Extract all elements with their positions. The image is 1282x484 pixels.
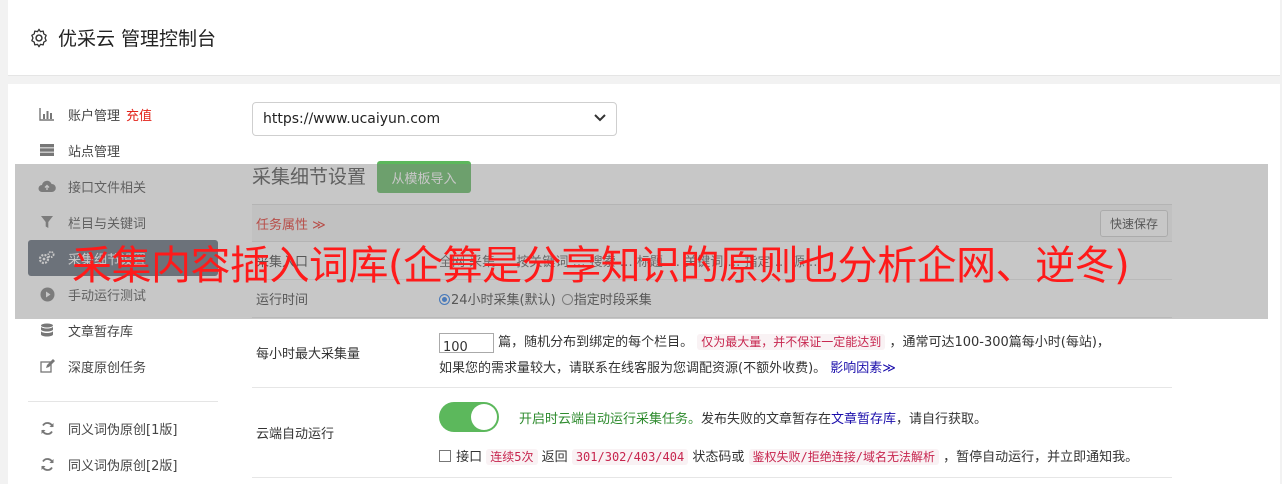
sidebar-item-label: 同义词伪原创[2版] — [68, 458, 178, 474]
static-text: ，请自行获取。 — [896, 411, 988, 427]
sidebar-item-label: 文章暂存库 — [68, 324, 134, 340]
static-text: 返回 — [541, 450, 568, 465]
row-label: 云端自动运行 — [256, 427, 335, 442]
sidebar-item-label: 账户管理 — [68, 108, 121, 124]
top-header: 优采云 管理控制台 — [8, 0, 1280, 76]
refresh-icon — [38, 455, 56, 473]
overlay-caption: 采集内容插入词库(企算是分享知识的原则也分析企网、逆冬) — [72, 243, 1130, 289]
server-icon — [38, 141, 56, 159]
sidebar-item-label: 深度原创任务 — [68, 360, 147, 376]
static-text: ，暂停自动运行，并立即通知我。 — [943, 450, 1139, 465]
sidebar-item-synonym-v1[interactable]: 同义词伪原创[1版] — [28, 410, 218, 446]
chevron-down-icon — [594, 113, 606, 125]
static-text: 篇，随机分布到绑定的每个栏目。 — [498, 335, 694, 350]
max-content: 100 篇，随机分布到绑定的每个栏目。 仅为最大量，并不保证一定能达到 ，通常可… — [439, 318, 1172, 387]
sidebar-item-deep-original[interactable]: 深度原创任务 — [28, 348, 218, 384]
static-text: 发布失败的文章暂存在 — [701, 411, 832, 427]
sidebar-divider — [28, 388, 218, 402]
static-text: 开启时云端自动运行采集任务。 — [519, 411, 702, 427]
sidebar-item-sites[interactable]: 站点管理 — [28, 132, 218, 168]
note-pill: 鉴权失败/拒绝连接/域名无法解析 — [748, 449, 939, 465]
static-text: 如果您的需求量较大，请联系在线客服为您调配资源(不额外收费)。 — [439, 361, 827, 376]
factors-link[interactable]: 影响因素≫ — [830, 361, 896, 376]
recharge-link[interactable]: 充值 — [126, 105, 152, 124]
bar-chart-icon — [38, 105, 56, 123]
note-pill: 连续5次 — [486, 449, 538, 465]
note-pill: 仅为最大量，并不保证一定能达到 — [697, 334, 886, 350]
cloud-content: 开启时云端自动运行采集任务。 发布失败的文章暂存在 文章暂存库 ，请自行获取。 … — [439, 388, 1172, 477]
note-pill: 301/302/403/404 — [571, 449, 689, 465]
row-label: 每小时最大采集量 — [256, 347, 361, 362]
static-text: 状态码或 — [692, 450, 745, 465]
sidebar-item-synonym-v2[interactable]: 同义词伪原创[2版] — [28, 446, 218, 482]
static-text: 接口 — [456, 450, 483, 465]
site-select-value: https://www.ucaiyun.com — [263, 111, 441, 127]
pause-checkbox[interactable] — [439, 450, 451, 462]
cloud-auto-toggle[interactable] — [439, 402, 499, 432]
static-text: ，通常可达100-300篇每小时(每站)， — [889, 335, 1110, 350]
sidebar-item-label: 站点管理 — [68, 144, 121, 160]
sidebar-item-label: 同义词伪原创[1版] — [68, 422, 178, 438]
max-per-hour-input[interactable]: 100 — [439, 332, 494, 355]
database-icon — [38, 321, 56, 339]
overlay-band — [15, 164, 1268, 319]
article-storage-link[interactable]: 文章暂存库 — [831, 408, 896, 427]
site-select[interactable]: https://www.ucaiyun.com — [252, 102, 617, 136]
table-row-max-per-hour: 每小时最大采集量 100 篇，随机分布到绑定的每个栏目。 仅为最大量，并不保证一… — [252, 318, 1172, 388]
sidebar-item-account[interactable]: 账户管理 充值 — [28, 96, 218, 132]
edit-icon — [38, 357, 56, 375]
gear-icon — [31, 28, 47, 47]
refresh-icon — [38, 419, 56, 437]
page-title: 优采云 管理控制台 — [58, 28, 217, 50]
table-row-cloud-auto: 云端自动运行 开启时云端自动运行采集任务。 发布失败的文章暂存在 文章暂存库 ，… — [252, 388, 1172, 478]
